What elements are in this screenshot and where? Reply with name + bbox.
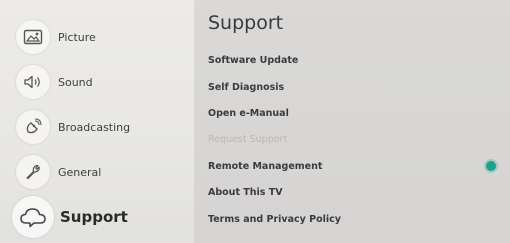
sidebar-item-picture[interactable]: Picture	[0, 15, 194, 59]
sidebar-item-label: Picture	[58, 30, 96, 44]
menu-item-request-support: Request Support	[208, 126, 498, 152]
menu-item-label: Request Support	[208, 133, 288, 145]
menu-item-label: About This TV	[208, 186, 283, 198]
menu-item-label: Open e-Manual	[208, 107, 289, 119]
remote-management-status-indicator	[486, 161, 496, 171]
settings-sidebar: Picture Sound Broadcasting General Suppo…	[0, 0, 194, 243]
sidebar-item-label: Sound	[58, 75, 93, 89]
sidebar-item-broadcasting[interactable]: Broadcasting	[0, 105, 194, 149]
sidebar-item-support[interactable]: Support	[0, 195, 194, 239]
menu-item-remote-management[interactable]: Remote Management	[208, 153, 498, 179]
menu-item-open-e-manual[interactable]: Open e-Manual	[208, 100, 498, 126]
menu-item-terms-and-privacy-policy[interactable]: Terms and Privacy Policy	[208, 206, 498, 232]
speaker-icon	[16, 65, 50, 99]
sidebar-item-label: General	[58, 165, 102, 179]
menu-item-about-this-tv[interactable]: About This TV	[208, 179, 498, 205]
page-title: Support	[208, 12, 284, 34]
sidebar-item-general[interactable]: General	[0, 150, 194, 194]
satellite-icon	[16, 110, 50, 144]
menu-item-label: Remote Management	[208, 160, 323, 172]
tv-settings-screen: Picture Sound Broadcasting General Suppo…	[0, 0, 510, 243]
picture-icon	[16, 20, 50, 54]
sidebar-item-sound[interactable]: Sound	[0, 60, 194, 104]
sidebar-item-label: Support	[60, 208, 128, 226]
menu-item-self-diagnosis[interactable]: Self Diagnosis	[208, 74, 498, 100]
support-cloud-icon	[12, 196, 54, 238]
support-panel: Support Software Update Self Diagnosis O…	[194, 0, 510, 243]
menu-item-label: Software Update	[208, 54, 299, 66]
menu-item-software-update[interactable]: Software Update	[208, 47, 498, 73]
wrench-icon	[16, 155, 50, 189]
menu-item-label: Terms and Privacy Policy	[208, 213, 341, 225]
sidebar-item-label: Broadcasting	[58, 120, 131, 134]
menu-item-label: Self Diagnosis	[208, 81, 285, 93]
